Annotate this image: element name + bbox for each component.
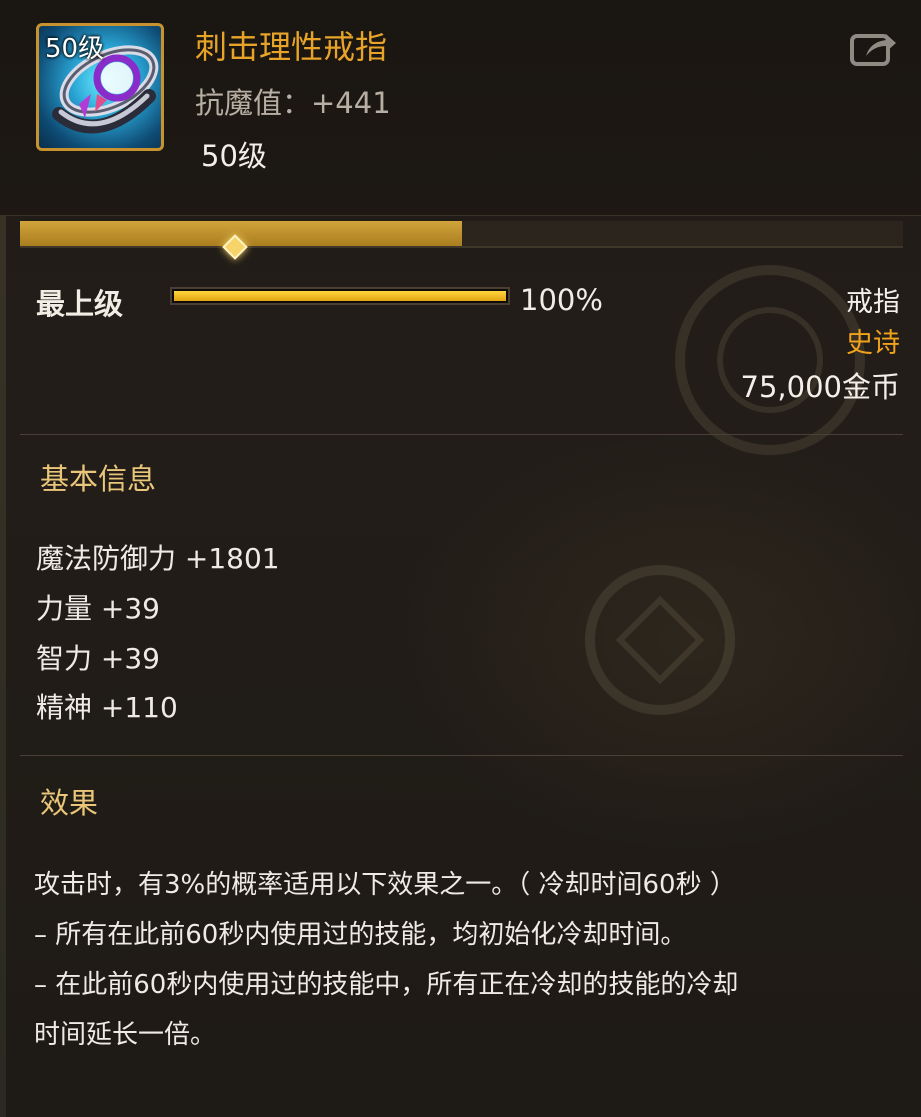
item-level: 50级 <box>201 139 267 173</box>
stat-line: 精神 +110 <box>36 691 178 724</box>
stat-line: 魔法防御力 +1801 <box>36 542 280 575</box>
reinforce-progress-line <box>20 246 903 248</box>
divider <box>20 755 903 756</box>
item-name: 刺击理性戒指 <box>195 28 388 66</box>
grade-bar <box>170 287 510 305</box>
ring-icon[interactable]: 50级 <box>36 23 164 151</box>
item-type: 戒指 <box>846 287 900 318</box>
effect-text: 攻击时，有3%的概率适用以下效果之一。（ 冷却时间60秒 ） – 所有在此前60… <box>34 860 894 1060</box>
stat-line: 智力 +39 <box>36 642 160 675</box>
share-icon[interactable] <box>850 28 898 68</box>
item-tooltip-panel: 50级 刺击理性戒指 抗魔值：+441 50级 最上级 100% 戒指 史诗 7… <box>0 0 921 1117</box>
basic-info-title: 基本信息 <box>40 462 157 496</box>
effect-line: – 在此前60秒内使用过的技能中，所有正在冷却的技能的冷却 <box>34 970 739 1000</box>
stat-line: 力量 +39 <box>36 592 160 625</box>
effect-title: 效果 <box>40 786 99 820</box>
divider <box>20 434 903 435</box>
resist-value: 抗魔值：+441 <box>195 86 391 120</box>
grade-label: 最上级 <box>36 287 124 321</box>
item-price: 75,000金币 <box>740 370 900 404</box>
effect-line: 时间延长一倍。 <box>34 1020 217 1050</box>
tooltip-header: 50级 刺击理性戒指 抗魔值：+441 50级 <box>0 0 921 216</box>
effect-line: 攻击时，有3%的概率适用以下效果之一。（ 冷却时间60秒 ） <box>34 870 736 900</box>
background-emblem <box>585 565 735 715</box>
grade-percent: 100% <box>520 283 603 317</box>
item-rarity: 史诗 <box>846 328 900 359</box>
icon-level-badge: 50级 <box>45 34 105 64</box>
effect-line: – 所有在此前60秒内使用过的技能，均初始化冷却时间。 <box>34 920 687 950</box>
grade-bar-fill <box>174 291 506 301</box>
